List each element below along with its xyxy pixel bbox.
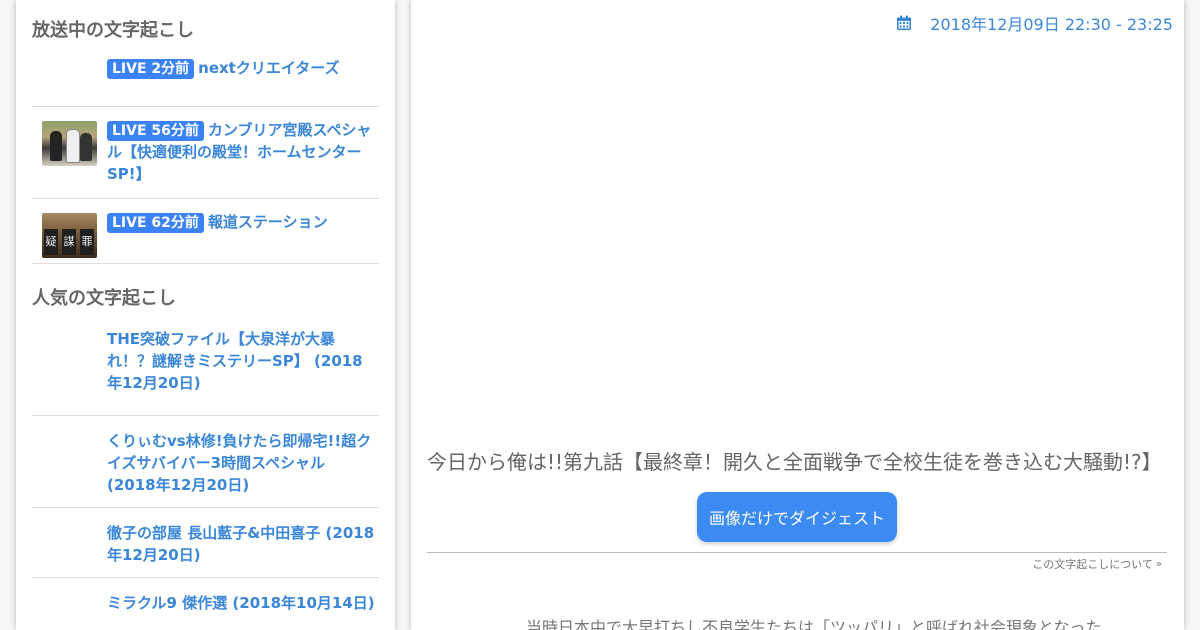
thumbnail bbox=[42, 330, 97, 375]
popular-item-title[interactable]: くりぃむvs林修!負けたら即帰宅!!超クイズサバイバー3時間スペシャル (201… bbox=[107, 430, 379, 496]
thumbnail-sign: 罪 bbox=[80, 229, 94, 255]
about-link-label[interactable]: この文字起こしについて bbox=[1032, 556, 1153, 572]
transcript-preview-text: 当時日本中で大早打ちし不良学生たちは「ツッパリ」と呼ばれ社会現象となった bbox=[526, 618, 1102, 630]
thumbnail-sign: 謀 bbox=[62, 229, 76, 255]
about-transcript-link[interactable]: この文字起こしについて » bbox=[1032, 556, 1162, 572]
broadcast-date: 2018年12月09日 22:30 - 23:25 bbox=[896, 11, 1173, 35]
thumbnail bbox=[42, 432, 97, 477]
image-digest-button[interactable]: 画像だけでダイジェスト bbox=[697, 492, 897, 542]
live-badge: LIVE 56分前 bbox=[107, 121, 204, 141]
date-range-text: 2018年12月09日 22:30 - 23:25 bbox=[930, 15, 1173, 34]
episode-title: 今日から俺は!!第九話【最終章！開久と全面戦争で全校生徒を巻き込む大騒動!?】 bbox=[427, 450, 1162, 474]
popular-list-item[interactable]: 徹子の部屋 長山藍子&中田喜子 (2018年12月20日) bbox=[32, 508, 379, 578]
popular-section-title: 人気の文字起こし bbox=[32, 288, 176, 309]
live-item-title[interactable]: 報道ステーション bbox=[208, 213, 328, 231]
popular-list-item[interactable]: THE突破ファイル【大泉洋が大暴れ！？謎解きミステリーSP】 (2018年12月… bbox=[32, 318, 379, 416]
thumbnail bbox=[42, 524, 97, 569]
live-badge: LIVE 62分前 bbox=[107, 213, 204, 233]
main-panel: 2018年12月09日 22:30 - 23:25 今日から俺は!!第九話【最終… bbox=[411, 0, 1184, 630]
sidebar: 放送中の文字起こし LIVE 2分前 nextクリエイターズ LIVE 56分前カ… bbox=[16, 0, 395, 630]
thumbnail bbox=[42, 59, 97, 104]
live-item-link[interactable]: LIVE 56分前 カンブリア宮殿スペシャル【快適便利の殿堂！ホームセンターSP!… bbox=[107, 119, 379, 185]
live-badge: LIVE 2分前 bbox=[107, 59, 195, 79]
thumbnail[interactable] bbox=[42, 121, 97, 166]
popular-item-title[interactable]: THE突破ファイル【大泉洋が大暴れ！？謎解きミステリーSP】 (2018年12月… bbox=[107, 328, 379, 394]
live-list-item[interactable]: LIVE 2分前 nextクリエイターズ bbox=[32, 48, 379, 107]
live-list-item[interactable]: 疑 謀 罪 LIVE 62分前 報道ステーション bbox=[32, 199, 379, 264]
video-embed-area[interactable] bbox=[427, 44, 1167, 434]
thumbnail bbox=[42, 594, 97, 630]
live-item-link[interactable]: LIVE 62分前 報道ステーション bbox=[107, 211, 379, 233]
live-item-link[interactable]: LIVE 2分前 nextクリエイターズ bbox=[107, 57, 379, 79]
popular-list-item[interactable]: ミラクル9 傑作選 (2018年10月14日) bbox=[32, 578, 379, 630]
live-item-title[interactable]: nextクリエイターズ bbox=[198, 59, 339, 77]
divider bbox=[427, 552, 1167, 553]
popular-item-title[interactable]: ミラクル9 傑作選 (2018年10月14日) bbox=[107, 592, 379, 614]
thumbnail-sign: 疑 bbox=[44, 229, 58, 255]
calendar-icon bbox=[896, 15, 912, 31]
popular-item-title[interactable]: 徹子の部屋 長山藍子&中田喜子 (2018年12月20日) bbox=[107, 522, 379, 566]
popular-list-item[interactable]: くりぃむvs林修!負けたら即帰宅!!超クイズサバイバー3時間スペシャル (201… bbox=[32, 416, 379, 508]
live-list-item[interactable]: LIVE 56分前 カンブリア宮殿スペシャル【快適便利の殿堂！ホームセンターSP!… bbox=[32, 107, 379, 199]
live-section-title: 放送中の文字起こし bbox=[32, 20, 194, 41]
chevron-double-down-icon: » bbox=[1155, 558, 1162, 570]
thumbnail[interactable]: 疑 謀 罪 bbox=[42, 213, 97, 258]
